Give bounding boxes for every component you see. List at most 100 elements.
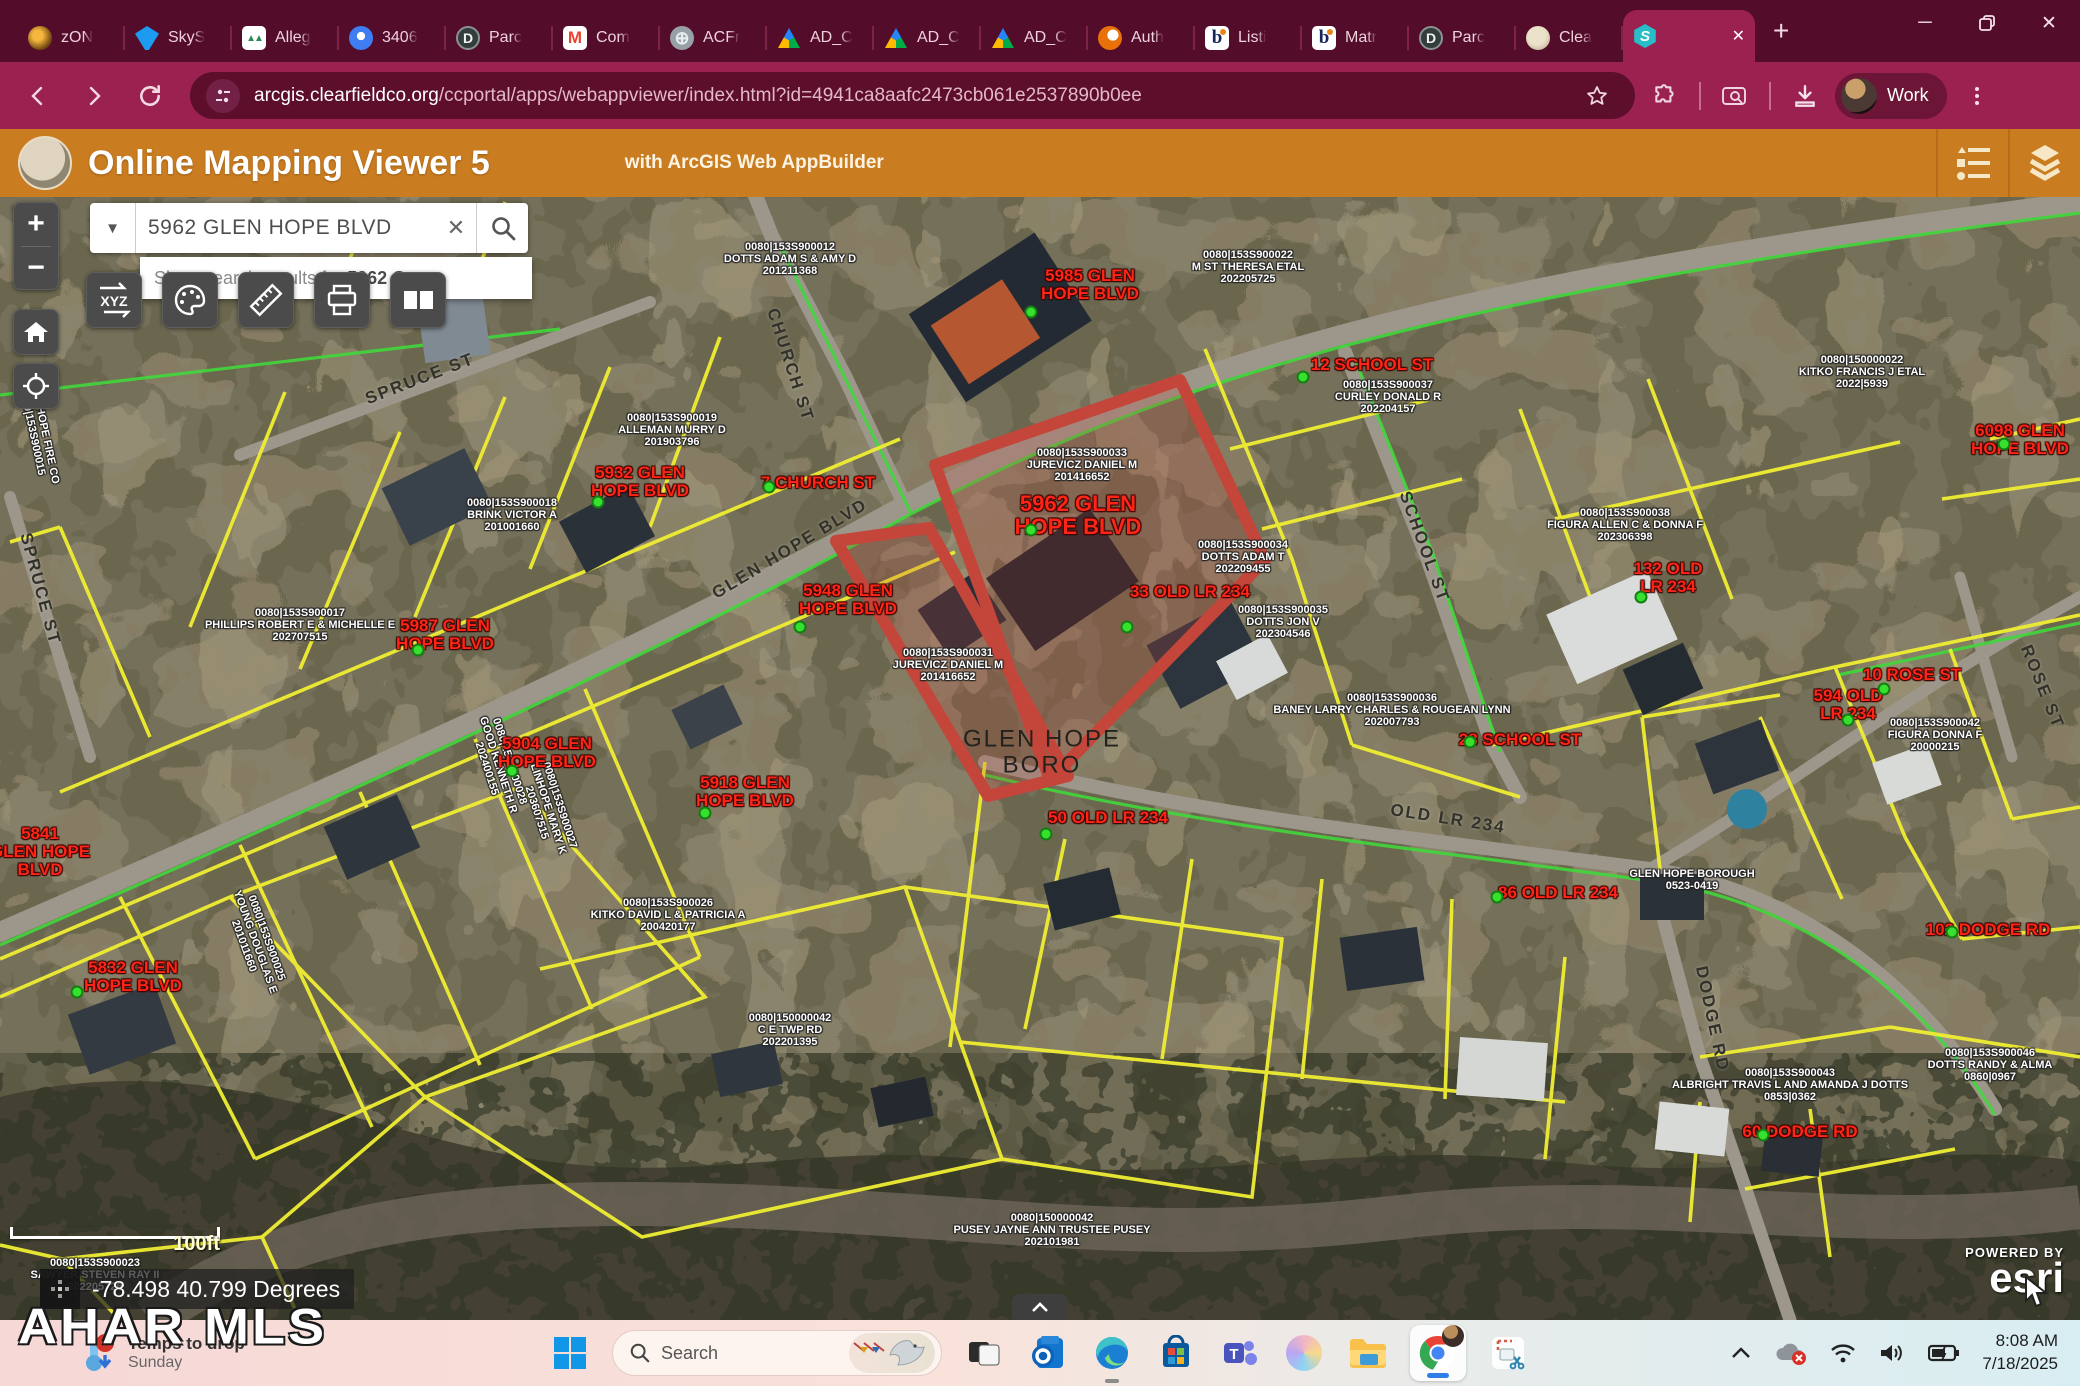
tab[interactable]: AD_C (981, 14, 1088, 62)
tab[interactable]: Parc (1409, 14, 1516, 62)
svg-text:XYZ: XYZ (100, 293, 128, 309)
xyz-icon: XYZ (94, 280, 134, 320)
task-view-button[interactable] (962, 1331, 1006, 1375)
search-clear-button[interactable]: ✕ (436, 203, 476, 253)
onedrive-error-icon[interactable] (1774, 1340, 1808, 1366)
minimize-button[interactable]: ─ (1894, 0, 1956, 46)
basemap-gallery-button[interactable] (390, 272, 446, 328)
file-explorer-button[interactable] (1346, 1331, 1390, 1375)
taskbar-clock[interactable]: 8:08 AM 7/18/2025 (1982, 1330, 2058, 1376)
snip-icon (1490, 1335, 1526, 1371)
measure-tool-button[interactable] (238, 272, 294, 328)
tab-title: ACFr (703, 29, 740, 47)
wifi-icon[interactable] (1830, 1342, 1856, 1364)
legend-button[interactable] (1936, 129, 2008, 197)
download-icon (1792, 83, 1818, 109)
back-button[interactable] (14, 72, 62, 120)
draw-tool-button[interactable] (162, 272, 218, 328)
tab[interactable]: Matr (1302, 14, 1409, 62)
snipping-tool-button[interactable] (1486, 1331, 1530, 1375)
tab[interactable]: zON (18, 14, 125, 62)
chevron-up-icon (1031, 1301, 1049, 1313)
print-tool-button[interactable] (314, 272, 370, 328)
zon-favicon (28, 26, 52, 50)
screen: zONSkySAlleg3406ParcComACFrAD_CAD_CAD_CA… (0, 0, 2080, 1386)
tab[interactable]: ACFr (660, 14, 767, 62)
tab[interactable]: Clea (1516, 14, 1623, 62)
palette-icon (172, 282, 208, 318)
bookmark-button[interactable] (1575, 74, 1619, 118)
store-button[interactable] (1154, 1331, 1198, 1375)
volume-icon[interactable] (1878, 1341, 1906, 1365)
puzzle-icon (1652, 83, 1678, 109)
d-favicon (456, 26, 480, 50)
tab[interactable]: Com (553, 14, 660, 62)
tab[interactable]: Alleg (232, 14, 339, 62)
taskbar-search[interactable]: Search (612, 1330, 942, 1376)
downloads-button[interactable] (1783, 74, 1827, 118)
kebab-menu-icon (1966, 85, 1988, 107)
county-seal-logo (18, 136, 72, 190)
layers-icon (2025, 145, 2065, 181)
locate-button[interactable] (13, 363, 59, 409)
tab-search-button[interactable] (1713, 74, 1757, 118)
tab-title: Matr (1345, 29, 1377, 47)
maximize-button[interactable] (1956, 0, 2018, 46)
start-button[interactable] (548, 1331, 592, 1375)
tab-title: AD_C (810, 29, 853, 47)
zoom-out-button[interactable]: − (14, 246, 58, 289)
forward-button[interactable] (70, 72, 118, 120)
alleg-favicon (242, 26, 266, 50)
tab[interactable]: 3406 (339, 14, 446, 62)
close-window-button[interactable]: ✕ (2018, 0, 2080, 46)
chrome-button[interactable] (1410, 1325, 1466, 1381)
reload-button[interactable] (126, 72, 174, 120)
tab-strip: zONSkySAlleg3406ParcComACFrAD_CAD_CAD_CA… (0, 0, 1755, 62)
skys-favicon (135, 26, 159, 50)
tab[interactable]: Listi (1195, 14, 1302, 62)
edge-button[interactable] (1090, 1331, 1134, 1375)
running-indicator (1105, 1379, 1119, 1383)
address-bar[interactable]: arcgis.clearfieldco.org/ccportal/apps/we… (190, 72, 1635, 119)
browser-menu-button[interactable] (1955, 74, 1999, 118)
teams-button[interactable]: T (1218, 1331, 1262, 1375)
site-settings-icon[interactable] (206, 79, 240, 113)
battery-icon[interactable] (1928, 1343, 1960, 1363)
ruler-icon (247, 281, 285, 319)
tab[interactable]: SkyS (125, 14, 232, 62)
search-source-dropdown[interactable]: ▼ (90, 203, 136, 253)
new-tab-button[interactable]: + (1773, 15, 1789, 47)
tab-search-icon (1721, 83, 1749, 109)
tab[interactable]: AD_C (874, 14, 981, 62)
browser-tab-bar: zONSkySAlleg3406ParcComACFrAD_CAD_CAD_CA… (0, 0, 2080, 62)
windows-logo-icon (553, 1336, 587, 1370)
tab-close-icon[interactable]: ✕ (1732, 26, 1745, 46)
tab[interactable]: Auth (1088, 14, 1195, 62)
layers-button[interactable] (2008, 129, 2080, 197)
tray-chevron-icon[interactable] (1730, 1346, 1752, 1360)
pin-favicon (349, 26, 373, 50)
zoom-in-button[interactable]: + (14, 203, 58, 246)
profile-button[interactable]: Work (1835, 73, 1947, 119)
search-input[interactable] (136, 203, 436, 253)
attribute-table-pull-tab[interactable] (1012, 1294, 1068, 1320)
clock-date: 7/18/2025 (1982, 1353, 2058, 1376)
home-extent-button[interactable] (13, 309, 59, 355)
app-title: Online Mapping Viewer 5 (88, 144, 490, 183)
store-icon (1158, 1335, 1194, 1371)
locate-icon (22, 372, 50, 400)
tab[interactable]: AD_C (767, 14, 874, 62)
url-text[interactable]: arcgis.clearfieldco.org/ccportal/apps/we… (254, 85, 1142, 107)
copilot-button[interactable] (1282, 1331, 1326, 1375)
tab-title: zON (61, 29, 93, 47)
outlook-button[interactable] (1026, 1331, 1070, 1375)
search-button[interactable] (476, 203, 528, 253)
b-favicon (1312, 26, 1336, 50)
map-canvas[interactable]: CHURCH STSPRUCE STSPRUCE STGLEN HOPE BLV… (0, 197, 2080, 1320)
toolbar-divider (1699, 82, 1701, 110)
coordinate-tool-button[interactable]: XYZ (86, 272, 142, 328)
tab-active[interactable]: ✕ (1623, 10, 1755, 62)
tab[interactable]: Parc (446, 14, 553, 62)
teams-icon: T (1222, 1335, 1258, 1371)
extensions-button[interactable] (1643, 74, 1687, 118)
